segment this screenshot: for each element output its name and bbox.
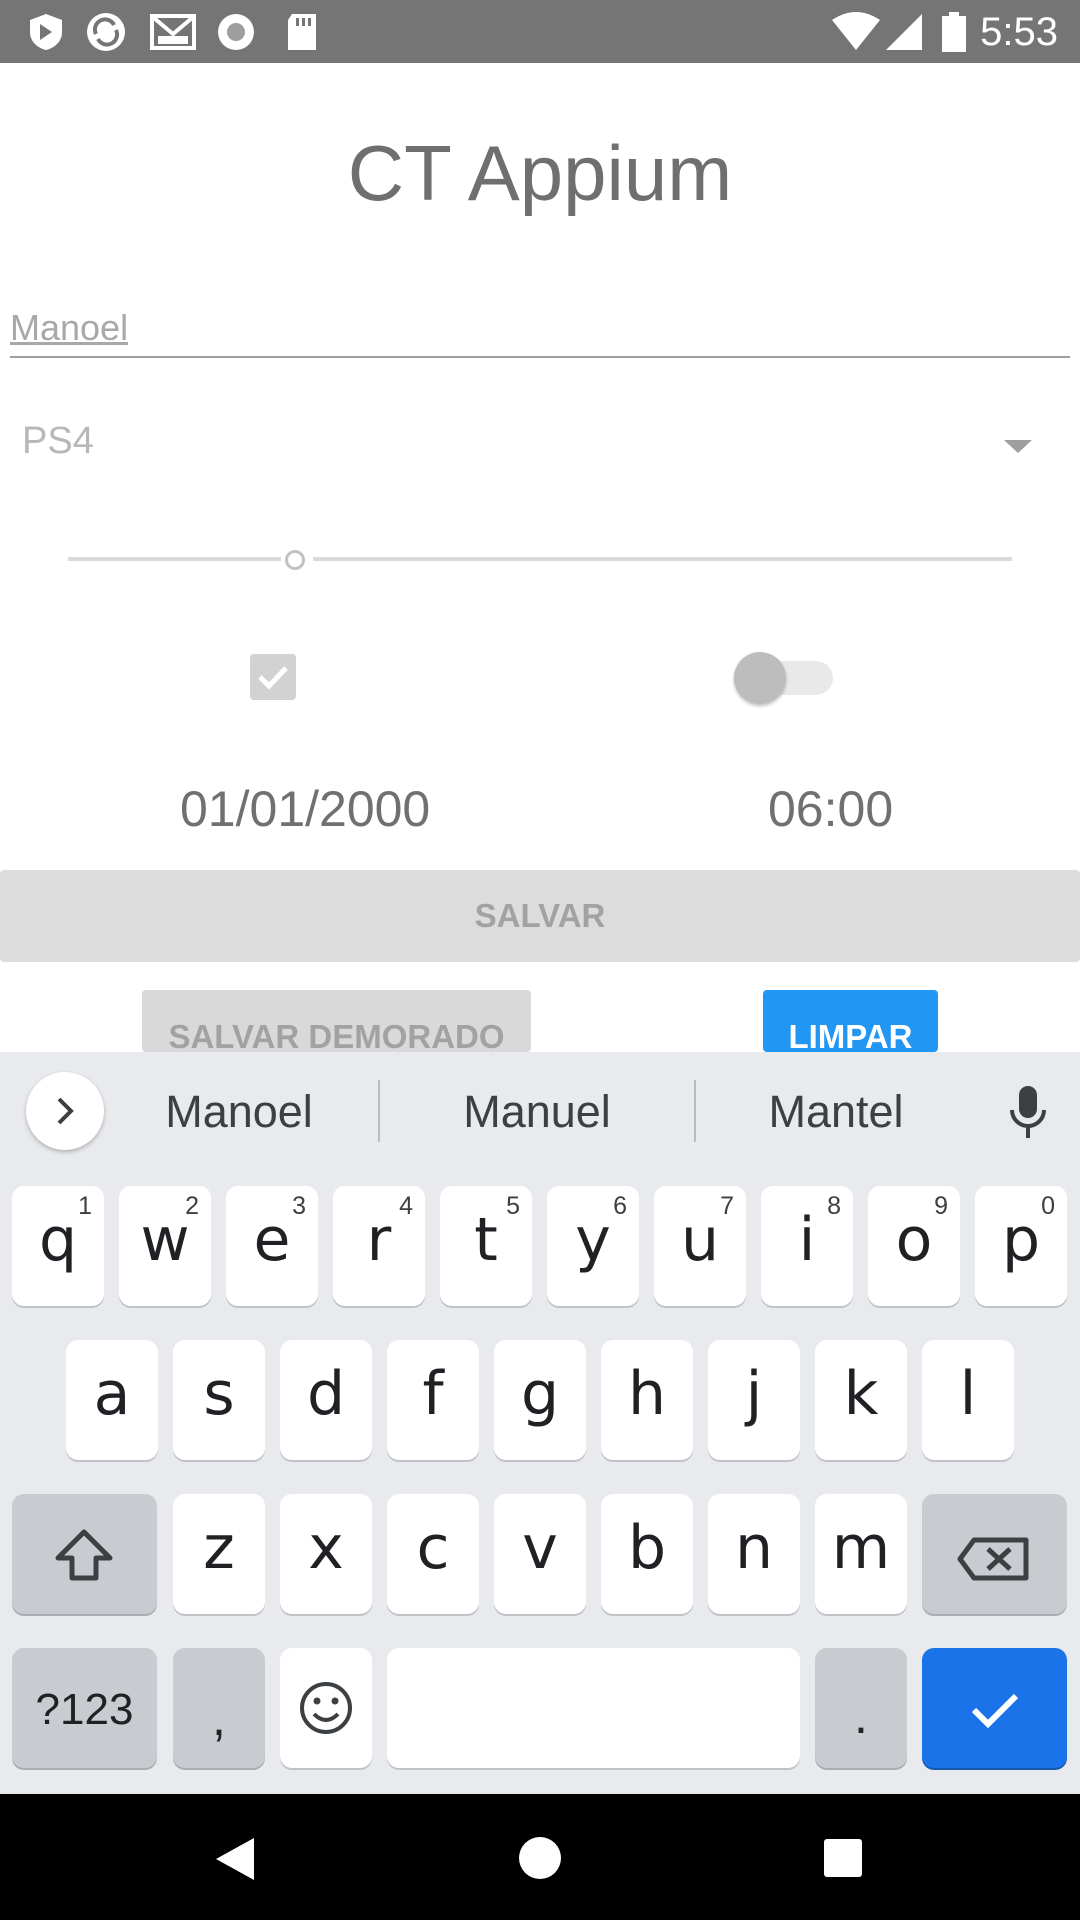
suggestion-divider (378, 1080, 380, 1142)
emoji-icon (300, 1682, 352, 1734)
slider-track (313, 557, 1012, 561)
key-m[interactable]: m (815, 1494, 907, 1614)
signal-icon (886, 14, 922, 50)
key-p[interactable]: p0 (975, 1186, 1067, 1306)
switch-thumb (734, 652, 786, 704)
navigation-bar (0, 1794, 1080, 1920)
save-button[interactable]: SALVAR (0, 870, 1080, 962)
console-select-value: PS4 (22, 420, 94, 462)
key-f[interactable]: f (387, 1340, 479, 1460)
status-time: 5:53 (980, 10, 1058, 54)
key-e[interactable]: e3 (226, 1186, 318, 1306)
home-icon[interactable] (518, 1836, 562, 1880)
dropdown-arrow-icon (1004, 440, 1032, 453)
key-o[interactable]: o9 (868, 1186, 960, 1306)
symbols-key[interactable]: ?123 (12, 1648, 157, 1768)
gmail-icon (150, 14, 196, 50)
comma-key[interactable]: , (173, 1648, 265, 1768)
key-a[interactable]: a (66, 1340, 158, 1460)
expand-suggestions-button[interactable] (26, 1072, 104, 1150)
enter-key[interactable] (922, 1648, 1067, 1768)
key-u[interactable]: u7 (654, 1186, 746, 1306)
key-q[interactable]: q1 (12, 1186, 104, 1306)
key-j[interactable]: j (708, 1340, 800, 1460)
key-t[interactable]: t5 (440, 1186, 532, 1306)
status-bar: 5:53 (0, 0, 1080, 63)
sd-card-icon (288, 14, 316, 50)
key-w[interactable]: w2 (119, 1186, 211, 1306)
checkmark-icon (258, 666, 288, 690)
key-h[interactable]: h (601, 1340, 693, 1460)
key-n[interactable]: n (708, 1494, 800, 1614)
key-z[interactable]: z (173, 1494, 265, 1614)
key-r[interactable]: r4 (333, 1186, 425, 1306)
shift-key[interactable] (12, 1494, 157, 1614)
shield-icon (30, 14, 62, 50)
key-g[interactable]: g (494, 1340, 586, 1460)
key-d[interactable]: d (280, 1340, 372, 1460)
period-key[interactable]: . (815, 1648, 907, 1768)
slider-track-filled (68, 557, 281, 561)
space-key[interactable] (387, 1648, 800, 1768)
suggestion-2[interactable]: Manuel (426, 1082, 648, 1142)
backspace-key[interactable] (922, 1494, 1067, 1614)
backspace-icon (957, 1537, 1029, 1581)
key-y[interactable]: y6 (547, 1186, 639, 1306)
record-icon (218, 14, 254, 50)
back-icon[interactable] (214, 1836, 256, 1882)
clear-button[interactable]: LIMPAR (763, 990, 938, 1052)
microphone-icon[interactable] (1006, 1084, 1050, 1140)
key-s[interactable]: s (173, 1340, 265, 1460)
chevron-right-icon (57, 1097, 74, 1125)
name-input[interactable] (10, 300, 1070, 358)
checkbox[interactable] (250, 654, 296, 700)
save-delayed-button[interactable]: SALVAR DEMORADO (142, 990, 531, 1052)
suggestion-divider (694, 1080, 696, 1142)
checkmark-icon (971, 1693, 1019, 1729)
key-b[interactable]: b (601, 1494, 693, 1614)
battery-icon (942, 12, 966, 52)
key-l[interactable]: l (922, 1340, 1014, 1460)
recents-icon[interactable] (823, 1838, 863, 1878)
shift-icon (55, 1529, 113, 1581)
key-x[interactable]: x (280, 1494, 372, 1614)
suggestion-1[interactable]: Manoel (130, 1082, 348, 1142)
key-c[interactable]: c (387, 1494, 479, 1614)
sync-icon (87, 13, 125, 51)
wifi-icon (832, 12, 880, 50)
emoji-key[interactable] (280, 1648, 372, 1768)
app-title: CT Appium (347, 129, 733, 217)
slider-thumb[interactable] (285, 550, 305, 570)
key-v[interactable]: v (494, 1494, 586, 1614)
date-text[interactable]: 01/01/2000 (180, 780, 430, 838)
time-text[interactable]: 06:00 (768, 780, 893, 838)
key-i[interactable]: i8 (761, 1186, 853, 1306)
key-k[interactable]: k (815, 1340, 907, 1460)
suggestion-3[interactable]: Mantel (728, 1082, 944, 1142)
